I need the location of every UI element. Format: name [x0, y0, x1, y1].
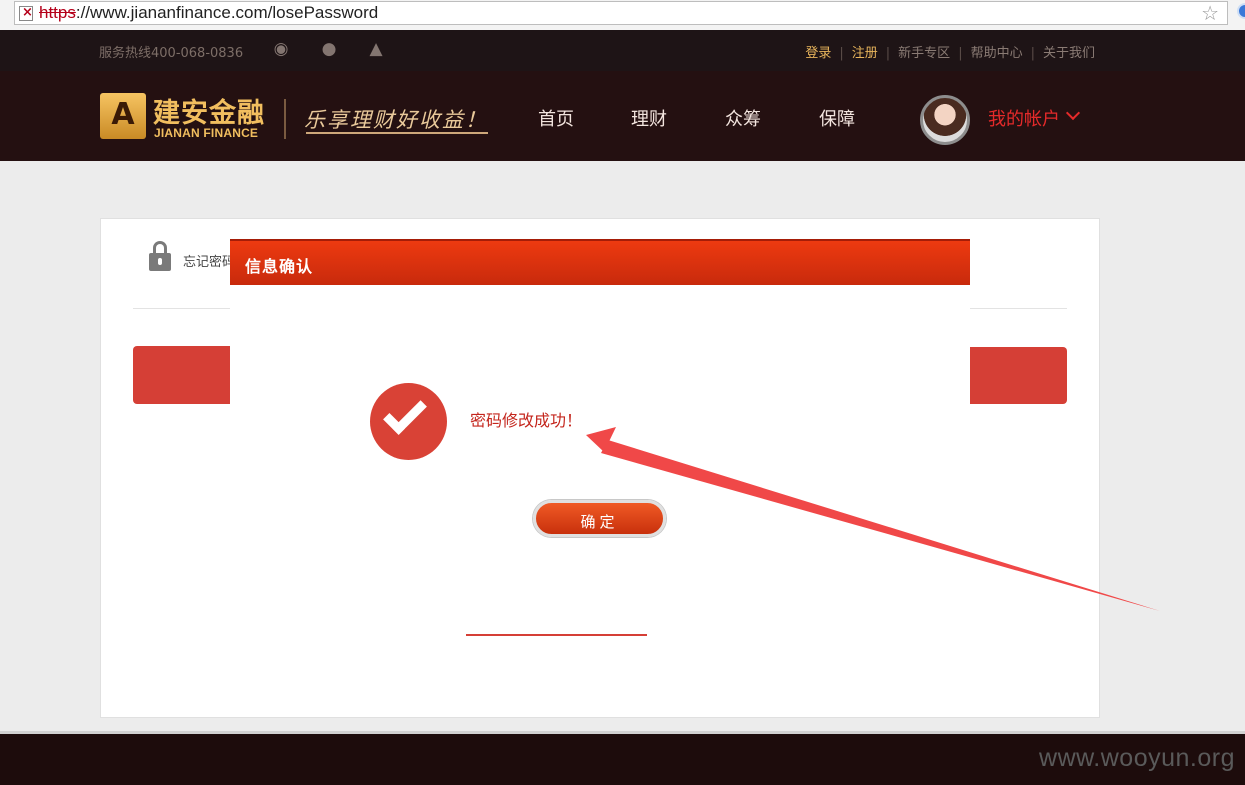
lock-icon — [149, 241, 171, 271]
nav-home[interactable]: 首页 — [538, 105, 574, 131]
certificate-error-icon: × — [22, 5, 33, 20]
nav-crowdfunding[interactable]: 众筹 — [725, 105, 761, 131]
help-center-link[interactable]: 帮助中心 — [971, 42, 1023, 61]
watermark: www.wooyun.org — [1039, 744, 1235, 772]
success-check-icon — [370, 383, 447, 460]
my-account-link[interactable]: 我的帐户 — [988, 105, 1060, 131]
slogan: 乐享理财好收益！ — [304, 108, 488, 132]
logo-mark-icon[interactable] — [100, 93, 146, 139]
footer: www.wooyun.org — [0, 731, 1245, 785]
login-link[interactable]: 登录 — [805, 42, 831, 61]
about-us-link[interactable]: 关于我们 — [1043, 42, 1095, 61]
url-path: ://www.jiananfinance.com/losePassword — [75, 3, 379, 22]
logo-divider — [284, 99, 286, 139]
browser-address-bar: × https://www.jiananfinance.com/losePass… — [0, 0, 1245, 30]
url-field[interactable]: × https://www.jiananfinance.com/losePass… — [14, 1, 1228, 25]
section-title: 忘记密码 — [183, 255, 231, 270]
qq-icon[interactable]: ▲ — [365, 39, 387, 59]
progress-bar-left — [133, 346, 233, 404]
weibo-icon[interactable]: ◉ — [270, 39, 292, 59]
newbie-link[interactable]: 新手专区 — [898, 42, 950, 61]
link-divider: | — [1030, 46, 1035, 61]
confirm-dialog: 信息确认 密码修改成功！ 确定 — [230, 239, 970, 634]
top-strip: 服务热线400-068-0836 ◉ ● ▲ 登录 | 注册 | 新手专区 | 帮助中心 | 关… — [0, 30, 1245, 71]
confirm-button[interactable]: 确定 — [533, 500, 666, 537]
url-scheme: https — [39, 3, 76, 22]
bookmark-star-icon[interactable]: ☆ — [1201, 2, 1219, 24]
slogan-underline — [306, 132, 488, 134]
success-message: 密码修改成功！ — [470, 411, 583, 430]
url-text[interactable]: https://www.jiananfinance.com/losePasswo… — [39, 2, 378, 24]
nav-security[interactable]: 保障 — [819, 105, 855, 131]
register-link[interactable]: 注册 — [852, 42, 878, 61]
nav-invest[interactable]: 理财 — [631, 105, 667, 131]
progress-bar-right — [969, 347, 1067, 404]
wechat-icon[interactable]: ● — [318, 39, 340, 59]
dialog-header: 信息确认 — [230, 239, 970, 285]
service-hotline: 服务热线400-068-0836 — [99, 46, 244, 61]
browser-extension-icon[interactable] — [1237, 3, 1245, 19]
chevron-down-icon[interactable] — [1065, 105, 1081, 121]
link-divider: | — [839, 46, 844, 61]
confirm-button-label: 确定 — [580, 513, 619, 531]
link-divider: | — [885, 46, 891, 61]
logo-chinese-name[interactable]: 建安金融 — [153, 91, 265, 130]
logo-english-name: JIANAN FINANCE — [154, 126, 259, 140]
top-links: 登录 | 注册 | 新手专区 | 帮助中心 | 关于我们 — [805, 42, 1095, 61]
main-header: 建安金融 JIANAN FINANCE 乐享理财好收益！ 首页 理财 众筹 保障… — [0, 71, 1245, 161]
link-divider: | — [958, 46, 963, 61]
avatar[interactable] — [920, 95, 970, 145]
dialog-title: 信息确认 — [245, 257, 314, 276]
